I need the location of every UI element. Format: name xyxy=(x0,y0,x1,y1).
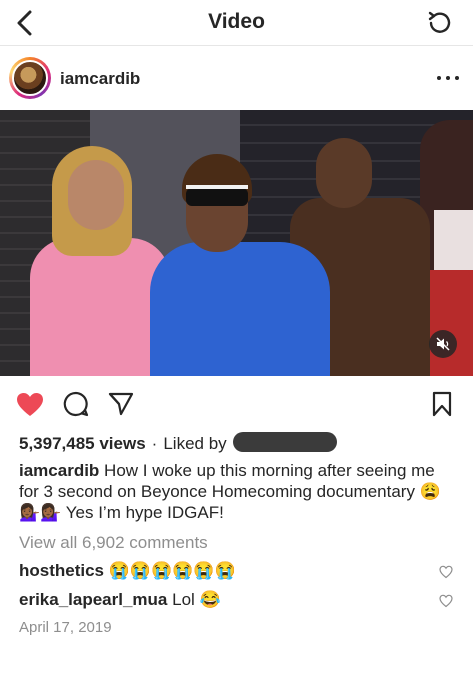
post-caption: iamcardib How I woke up this morning aft… xyxy=(19,460,459,523)
post-username[interactable]: iamcardib xyxy=(60,69,140,89)
share-button[interactable] xyxy=(107,388,135,420)
comment-username[interactable]: hosthetics xyxy=(19,561,104,580)
post-video[interactable] xyxy=(0,110,473,376)
video-figure xyxy=(150,154,330,376)
comment-text: 😭😭😭😭😭😭 xyxy=(108,561,236,580)
ellipsis-dot xyxy=(455,76,459,80)
comment-item: hosthetics 😭😭😭😭😭😭 xyxy=(19,561,459,585)
video-figure xyxy=(30,146,170,376)
send-icon xyxy=(108,392,134,416)
comment-item: erika_lapearl_mua Lol 😂 xyxy=(19,590,459,614)
separator-dot: · xyxy=(151,434,158,453)
more-options-button[interactable] xyxy=(437,69,459,87)
post-date: April 17, 2019 xyxy=(19,619,112,636)
heart-outline-icon[interactable] xyxy=(439,565,453,579)
like-button[interactable] xyxy=(15,388,45,420)
post-stats: 5,397,485 views · Liked by xyxy=(19,432,338,454)
comment-button[interactable] xyxy=(62,388,90,420)
view-count[interactable]: 5,397,485 views xyxy=(19,434,146,453)
caption-username[interactable]: iamcardib xyxy=(19,461,99,480)
post-action-bar xyxy=(0,388,473,420)
post-header: iamcardib xyxy=(0,47,473,109)
comment-text: Lol 😂 xyxy=(172,590,221,609)
avatar[interactable] xyxy=(12,60,48,96)
save-button[interactable] xyxy=(429,388,455,420)
comment-bubble-icon xyxy=(63,391,89,417)
heart-outline-icon[interactable] xyxy=(439,594,453,608)
speaker-muted-icon xyxy=(436,337,450,351)
comment-username[interactable]: erika_lapearl_mua xyxy=(19,590,167,609)
refresh-button[interactable] xyxy=(425,8,455,38)
liked-by-label: Liked by xyxy=(163,434,227,453)
ellipsis-icon xyxy=(437,76,441,80)
ellipsis-dot xyxy=(446,76,450,80)
page-title: Video xyxy=(208,10,265,33)
mute-toggle-button[interactable] xyxy=(429,330,457,358)
heart-filled-icon xyxy=(17,392,43,416)
top-navigation-bar: Video xyxy=(0,0,473,46)
story-ring[interactable] xyxy=(9,57,51,99)
redacted-liker-name[interactable] xyxy=(233,432,338,452)
refresh-icon xyxy=(428,11,451,33)
view-all-comments-link[interactable]: View all 6,902 comments xyxy=(19,533,208,553)
bookmark-icon xyxy=(432,391,452,417)
